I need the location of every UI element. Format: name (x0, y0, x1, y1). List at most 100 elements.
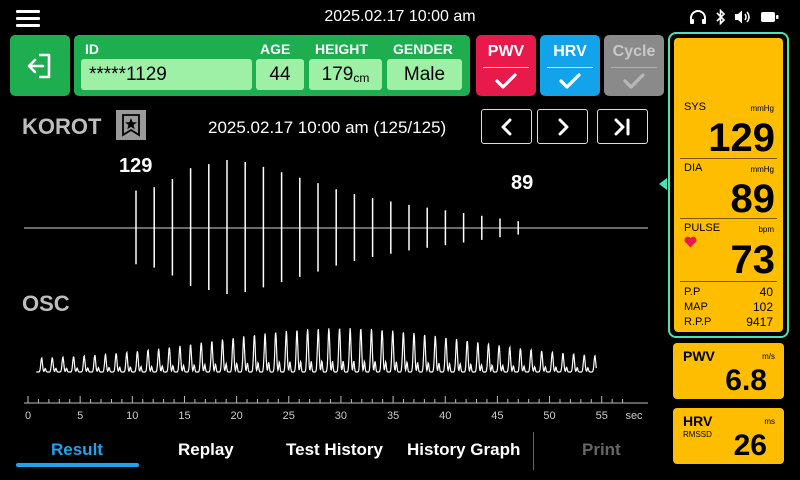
height-field[interactable]: 179 cm (309, 59, 382, 90)
chevron-right-icon (558, 118, 568, 135)
cycle-mode-divider (611, 67, 657, 68)
dia-label: DIA (684, 162, 703, 174)
axis-tick-label: 45 (491, 410, 503, 422)
age-label: AGE (260, 41, 291, 57)
height-label: HEIGHT (315, 41, 368, 57)
vitals-divider (680, 158, 777, 159)
vitals-divider (680, 281, 777, 282)
last-button[interactable] (597, 109, 648, 144)
bookmark-button[interactable] (116, 110, 146, 140)
pulse-unit: bpm (758, 225, 774, 234)
id-label: ID (85, 41, 99, 57)
hrv-mode-button[interactable]: HRV (540, 35, 600, 96)
check-icon (623, 73, 645, 89)
axis-tick-label: 20 (230, 410, 242, 422)
hrv-unit: ms (764, 417, 775, 426)
map-label: MAP (684, 301, 708, 313)
record-timestamp: 2025.02.17 10:00 am (125/125) (208, 118, 447, 137)
print-button[interactable]: Print (582, 440, 621, 460)
dia-unit: mmHg (750, 165, 774, 174)
cycle-mode-button[interactable]: Cycle (604, 35, 664, 96)
tab-active-indicator (16, 463, 139, 467)
sys-label: SYS (684, 101, 707, 113)
age-field[interactable]: 44 (256, 59, 304, 90)
sys-unit: mmHg (750, 104, 774, 113)
axis-tick-label: 25 (283, 410, 295, 422)
korot-title: KOROT (22, 114, 102, 139)
dia-value: 89 (730, 177, 776, 221)
bluetooth-icon (716, 9, 726, 25)
rpp-label: R.P.P (684, 316, 712, 328)
tab-result[interactable]: Result (51, 440, 103, 460)
gender-label: GENDER (393, 41, 453, 57)
prev-button[interactable] (481, 109, 532, 144)
pulse-label: PULSE (684, 222, 721, 234)
axis-tick-label: 35 (387, 410, 399, 422)
pp-value: 40 (759, 285, 773, 299)
pwv-card[interactable]: PWV m/s 6.8 (673, 343, 784, 399)
pwv-unit: m/s (762, 352, 775, 361)
height-value: 179 (321, 63, 354, 85)
rpp-value: 9417 (746, 315, 773, 329)
korot-waveform (24, 160, 648, 294)
hrv-label: HRV (683, 413, 713, 429)
axis-tick-label: 0 (25, 410, 31, 422)
hrv-mode-divider (547, 67, 593, 68)
logout-button[interactable] (10, 35, 70, 96)
axis-tick-label: 55 (596, 410, 608, 422)
pwv-mode-button[interactable]: PWV (476, 35, 536, 96)
pp-label: P.P (684, 286, 701, 298)
battery-icon (761, 12, 779, 22)
skip-to-end-icon (614, 118, 629, 135)
map-value: 102 (752, 300, 773, 314)
volume-icon (735, 10, 750, 24)
pwv-label: PWV (683, 348, 715, 364)
check-icon (559, 73, 581, 89)
gender-field[interactable]: Male (387, 59, 462, 90)
star-icon (122, 114, 140, 137)
cycle-mode-label: Cycle (612, 43, 656, 60)
tab-replay[interactable]: Replay (178, 440, 234, 460)
vitals-panel[interactable]: SYS mmHg 129 DIA mmHg 89 PULSE bpm 73 P.… (668, 32, 789, 338)
heart-icon (684, 236, 697, 248)
chevron-left-icon (501, 118, 511, 135)
age-value: 44 (269, 63, 291, 85)
hrv-card[interactable]: HRV RMSSD ms 26 (673, 408, 784, 464)
osc-waveform (36, 328, 597, 373)
axis-tick-label: 50 (543, 410, 555, 422)
waveform-chart: 0 5 10 15 20 25 30 35 40 45 50 55 sec (24, 160, 648, 422)
id-field[interactable]: *****1129 (81, 59, 252, 90)
axis-tick-label: 40 (439, 410, 451, 422)
height-unit: cm (353, 70, 370, 85)
status-datetime: 2025.02.17 10:00 am (324, 8, 476, 25)
pulse-value: 73 (730, 238, 776, 282)
id-value: *****1129 (89, 63, 167, 85)
axis-tick-label: 10 (126, 410, 138, 422)
sys-value: 129 (708, 116, 775, 160)
headset-icon (690, 10, 706, 24)
next-button[interactable] (537, 109, 588, 144)
selection-pointer (659, 178, 667, 190)
hrv-value: 26 (733, 429, 767, 462)
hrv-mode-label: HRV (553, 43, 587, 60)
logout-icon (27, 53, 51, 78)
tab-divider (533, 432, 534, 470)
vitals-divider (680, 218, 777, 219)
system-icons (688, 9, 780, 25)
osc-trace (36, 328, 597, 373)
hrv-sub-label: RMSSD (683, 430, 712, 439)
pwv-value: 6.8 (725, 364, 767, 397)
axis-tick-label: 30 (335, 410, 347, 422)
time-axis: 0 5 10 15 20 25 30 35 40 45 50 55 sec (24, 396, 648, 422)
vitals-card: SYS mmHg 129 DIA mmHg 89 PULSE bpm 73 P.… (674, 38, 783, 332)
axis-unit-label: sec (625, 410, 643, 422)
pwv-mode-label: PWV (487, 43, 525, 60)
status-bar: 2025.02.17 10:00 am (0, 0, 800, 34)
tab-history-graph[interactable]: History Graph (407, 440, 520, 460)
axis-tick-label: 5 (77, 410, 83, 422)
gender-value: Male (403, 63, 446, 85)
axis-tick-label: 15 (178, 410, 190, 422)
tab-test-history[interactable]: Test History (286, 440, 383, 460)
pwv-mode-divider (483, 67, 529, 68)
patient-info-panel: ID *****1129 AGE 44 HEIGHT 179 cm GENDER … (74, 35, 470, 96)
